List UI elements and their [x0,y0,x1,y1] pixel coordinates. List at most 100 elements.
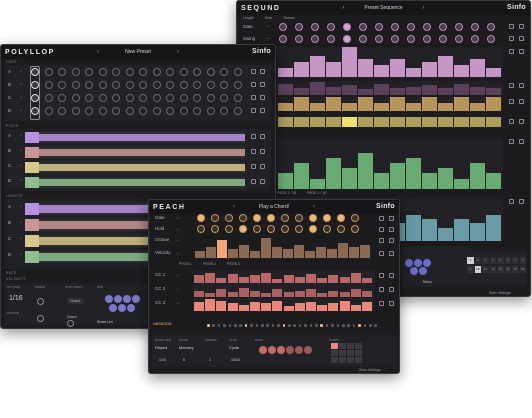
seqund-step-knob[interactable] [391,35,399,43]
variation-dot[interactable] [277,324,280,327]
seqund-step-bar[interactable] [470,223,485,241]
peach-step-button[interactable] [355,343,362,349]
seqund-step-button[interactable]: 14 [504,266,511,273]
variation-dot[interactable] [223,324,226,327]
lane-settings-icon[interactable] [251,69,256,74]
lane-settings-icon[interactable] [251,149,256,154]
variation-dot[interactable] [266,324,269,327]
peach-step-knob[interactable] [323,214,331,222]
seqund-step-knob[interactable] [407,35,415,43]
variation-dot[interactable] [244,324,248,327]
row-copy-icon[interactable] [389,227,394,232]
seqund-step-bar[interactable] [438,88,453,95]
peach-step-knob[interactable] [239,214,247,222]
length-lane-first[interactable] [25,251,39,263]
lane-settings-icon[interactable] [251,164,256,169]
gate-step[interactable] [206,94,215,102]
mode-cycle[interactable]: Cycle [229,345,239,350]
seqund-step-knob[interactable] [423,35,431,43]
peach-step-knob[interactable] [281,214,289,222]
peach-step-knob[interactable] [323,225,331,233]
next-preset-icon[interactable]: › [177,49,179,55]
prev-preset-icon[interactable]: ‹ [97,49,99,55]
peach-octave-bar[interactable] [272,247,282,258]
lane-arrow-icon[interactable]: → [18,94,23,100]
row-settings-icon[interactable] [509,36,514,41]
seqund-preset-name[interactable]: Preset Sequence [349,5,419,11]
variation-dot[interactable] [228,324,232,327]
lane-copy-icon[interactable] [519,83,524,88]
lane-arrow-icon[interactable]: → [18,251,23,257]
peach-octave-bar[interactable] [261,238,271,258]
gate-step[interactable] [139,68,147,76]
lane-arrow-icon[interactable]: → [18,162,23,168]
row-settings-icon[interactable] [379,287,384,292]
seqund-step-bar[interactable] [342,47,357,77]
seqund-step-bar[interactable] [454,65,469,77]
seqund-step-knob[interactable] [359,23,367,31]
peach-cc-bar[interactable] [362,290,372,297]
seqund-step-knob[interactable] [471,23,479,31]
peach-cc-bar[interactable] [205,299,216,311]
gate-step[interactable] [44,68,53,76]
seqund-step-button[interactable]: 11 [482,266,489,273]
gate-step[interactable] [233,68,242,76]
peach-cc-bar[interactable] [272,279,283,283]
row-copy-icon[interactable] [389,287,394,292]
seqund-step-bar[interactable] [278,173,293,189]
peach-tab-3[interactable]: PROB 3 [227,262,240,266]
seqund-tab-1[interactable]: PAGE 1 / 16 [277,191,296,195]
gate-step[interactable] [233,107,242,115]
peach-step-button[interactable] [347,357,354,363]
chord-pad[interactable] [127,304,135,312]
seqund-step-bar[interactable] [438,102,453,111]
gate-step[interactable] [179,81,188,89]
lane-arrow-icon[interactable]: → [18,235,23,241]
seqund-step-bar[interactable] [422,62,437,77]
peach-octave-bar[interactable] [316,247,326,258]
pitch-lane-first[interactable] [25,177,39,188]
chord-pad[interactable] [132,295,140,303]
gate-step[interactable] [220,94,228,102]
lane-settings-icon[interactable] [509,99,514,104]
lane-settings-icon[interactable] [251,134,256,139]
seqund-step-bar[interactable] [406,214,421,241]
lane-copy-icon[interactable] [519,99,524,104]
pitch-lane-fill[interactable] [25,134,245,141]
variation-dot[interactable] [352,324,356,327]
seqund-step-bar[interactable] [486,117,501,127]
gate-step[interactable] [112,94,120,102]
seqund-toolbar-length[interactable]: Length [243,16,254,20]
seqund-step-button[interactable]: 7 [512,257,519,264]
peach-cc-bar[interactable] [283,291,294,297]
seqund-step-bar[interactable] [486,88,501,95]
seqund-step-bar[interactable] [454,83,469,95]
peach-step-knob[interactable] [267,214,275,222]
row-copy-icon[interactable] [389,301,394,306]
gate-step[interactable] [179,68,188,76]
seqund-step-bar[interactable] [486,173,501,189]
peach-step-knob[interactable] [225,214,233,222]
seqund-step-knob[interactable] [343,23,351,31]
peach-step-knob[interactable] [253,214,261,222]
peach-cc-bar[interactable] [238,287,249,297]
row-arrow-icon[interactable]: → [175,237,180,243]
gate-step[interactable] [179,94,188,102]
lane-arrow-icon[interactable]: → [18,203,23,209]
gate-step[interactable] [139,94,147,102]
peach-cc-bar[interactable] [328,275,339,283]
peach-step-button[interactable] [347,350,354,356]
seqund-step-bar[interactable] [470,163,485,189]
gate-step[interactable] [152,68,161,76]
peach-octave-bar[interactable] [294,244,304,258]
reset-length-option[interactable]: Reset Len [97,320,113,324]
row-arrow-icon[interactable]: → [175,300,180,306]
peach-step-knob[interactable] [211,225,219,233]
peach-cc-bar[interactable] [227,273,238,283]
seqund-step-bar[interactable] [310,102,325,111]
peach-cc-bar[interactable] [306,273,316,283]
seqund-step-bar[interactable] [438,227,453,241]
peach-step-knob[interactable] [337,225,345,233]
next-preset-icon[interactable]: › [423,5,425,11]
lane-arrow-icon[interactable]: → [18,107,23,113]
